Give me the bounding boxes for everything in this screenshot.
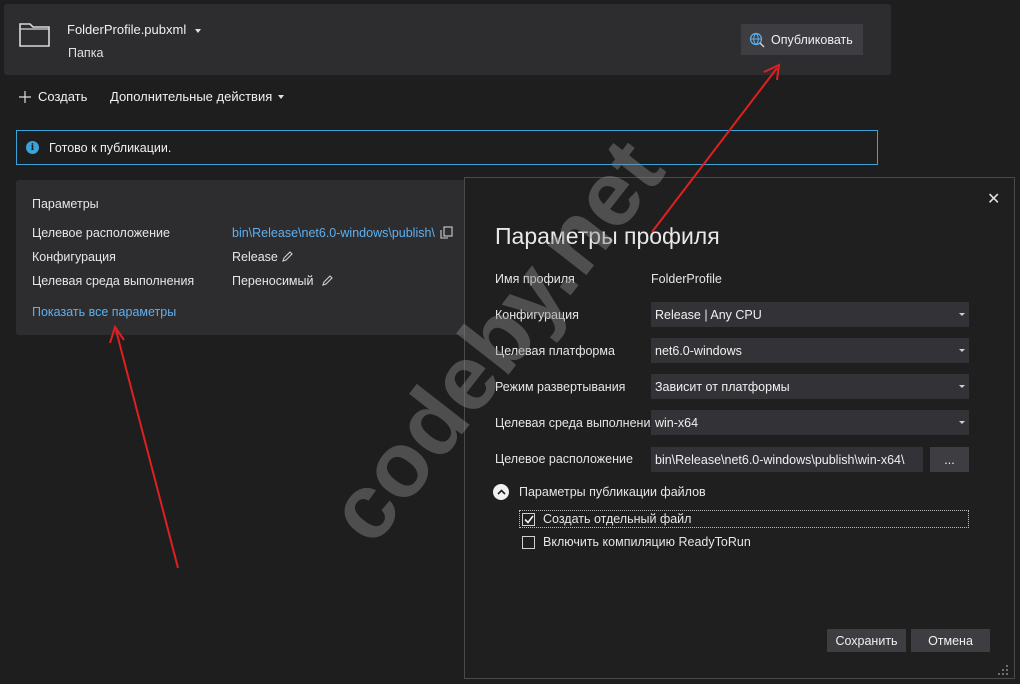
create-label: Создать xyxy=(38,89,88,104)
folder-icon xyxy=(19,23,50,47)
profile-header: FolderProfile.pubxml Папка Опубликовать xyxy=(4,4,891,75)
save-button[interactable]: Сохранить xyxy=(827,629,906,652)
chevron-down-icon xyxy=(959,349,965,352)
copy-icon[interactable] xyxy=(440,226,453,239)
profile-name-label: Имя профиля xyxy=(495,272,575,286)
profile-settings-dialog: ✕ Параметры профиля Имя профиля FolderPr… xyxy=(464,177,1015,679)
publish-button[interactable]: Опубликовать xyxy=(741,24,863,55)
configuration-select[interactable]: Release | Any CPU xyxy=(651,302,969,327)
readytorun-label: Включить компиляцию ReadyToRun xyxy=(543,535,751,549)
pencil-icon[interactable] xyxy=(321,274,334,287)
target-location-input[interactable]: bin\Release\net6.0-windows\publish\win-x… xyxy=(651,447,923,472)
profile-name-value: FolderProfile xyxy=(651,272,722,286)
checkmark-icon xyxy=(523,515,534,524)
info-bar: i Готово к публикации. xyxy=(16,130,878,165)
close-icon[interactable]: ✕ xyxy=(987,189,1000,209)
configuration-label: Конфигурация xyxy=(495,308,579,322)
more-actions-button[interactable]: Дополнительные действия xyxy=(110,89,285,104)
profile-type: Папка xyxy=(68,46,104,60)
chevron-down-icon xyxy=(959,385,965,388)
settings-label-runtime: Целевая среда выполнения xyxy=(32,274,195,288)
chevron-down-icon xyxy=(959,421,965,424)
pencil-icon[interactable] xyxy=(281,250,294,263)
settings-label-configuration: Конфигурация xyxy=(32,250,116,264)
target-framework-value: net6.0-windows xyxy=(655,343,742,358)
show-all-settings-link[interactable]: Показать все параметры xyxy=(32,305,176,319)
target-location-label: Целевое расположение xyxy=(495,452,633,466)
browse-button[interactable]: ... xyxy=(930,447,969,472)
deployment-mode-value: Зависит от платформы xyxy=(655,379,790,394)
single-file-checkbox-row[interactable]: Создать отдельный файл xyxy=(522,512,691,526)
single-file-checkbox[interactable] xyxy=(522,512,535,526)
chevron-down-icon xyxy=(278,94,285,99)
chevron-down-icon xyxy=(195,28,202,33)
deployment-mode-label: Режим развертывания xyxy=(495,380,626,394)
create-button[interactable]: Создать xyxy=(18,89,87,104)
settings-card: Параметры Целевое расположение bin\Relea… xyxy=(16,180,478,335)
chevron-up-icon xyxy=(493,484,509,500)
target-runtime-label: Целевая среда выполнения xyxy=(495,416,658,430)
info-text: Готово к публикации. xyxy=(49,140,172,155)
target-framework-label: Целевая платформа xyxy=(495,344,615,358)
more-actions-label: Дополнительные действия xyxy=(110,89,273,104)
resize-grip-icon[interactable] xyxy=(995,662,1009,676)
settings-value-configuration: Release xyxy=(232,250,278,264)
settings-value-location[interactable]: bin\Release\net6.0-windows\publish\ xyxy=(232,226,435,240)
publish-label: Опубликовать xyxy=(771,32,853,47)
readytorun-checkbox-row[interactable]: Включить компиляцию ReadyToRun xyxy=(522,535,751,549)
target-runtime-value: win-x64 xyxy=(655,415,699,430)
file-options-title: Параметры публикации файлов xyxy=(519,485,706,499)
readytorun-checkbox[interactable] xyxy=(522,535,535,549)
dialog-title: Параметры профиля xyxy=(495,223,720,249)
settings-value-runtime: Переносимый xyxy=(232,274,314,288)
target-framework-select[interactable]: net6.0-windows xyxy=(651,338,969,363)
settings-label-location: Целевое расположение xyxy=(32,226,170,240)
profile-name: FolderProfile.pubxml xyxy=(67,22,187,37)
deployment-mode-select[interactable]: Зависит от платформы xyxy=(651,374,969,399)
target-runtime-select[interactable]: win-x64 xyxy=(651,410,969,435)
file-options-expander[interactable]: Параметры публикации файлов xyxy=(493,484,706,500)
cancel-button[interactable]: Отмена xyxy=(911,629,990,652)
publish-globe-icon xyxy=(749,32,765,48)
configuration-value: Release | Any CPU xyxy=(655,307,762,322)
annotation-arrow-show-all xyxy=(109,324,179,569)
profile-selector[interactable]: FolderProfile.pubxml xyxy=(67,22,202,37)
chevron-down-icon xyxy=(959,313,965,316)
single-file-label: Создать отдельный файл xyxy=(543,512,692,526)
settings-title: Параметры xyxy=(32,197,99,211)
plus-icon xyxy=(19,90,31,103)
info-icon: i xyxy=(26,141,39,154)
